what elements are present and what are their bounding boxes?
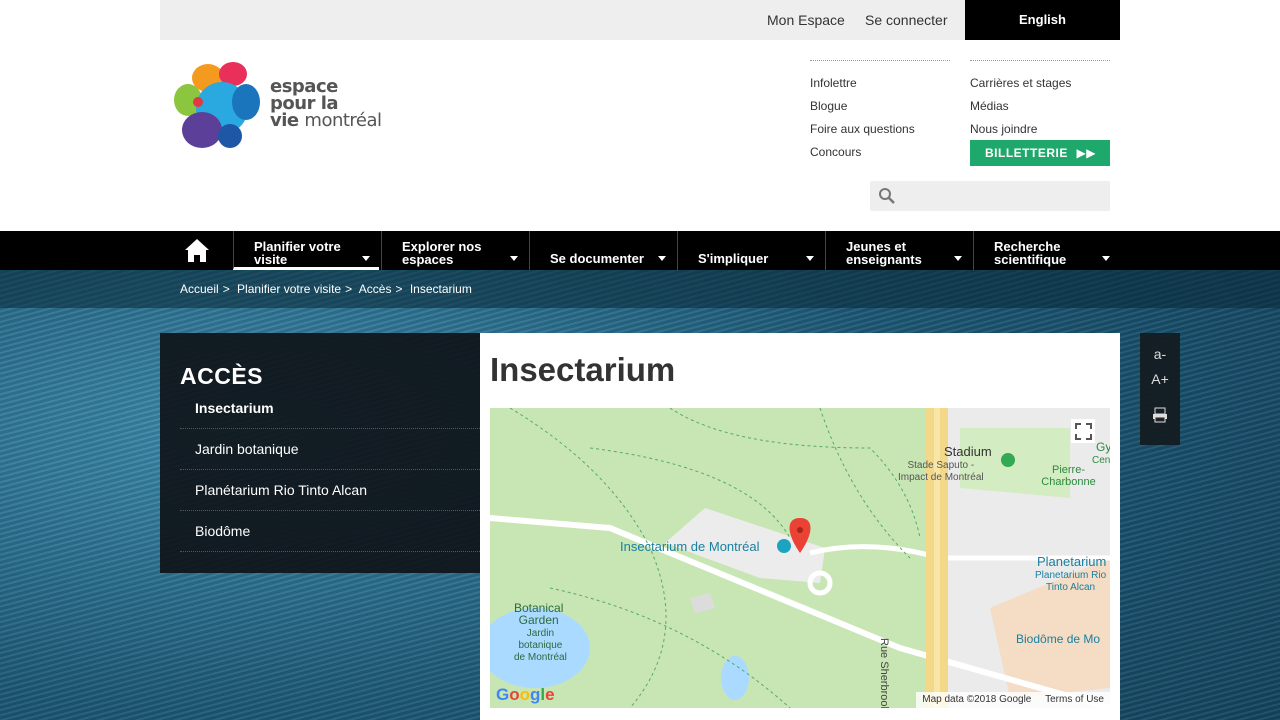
- newsletter-link[interactable]: Infolettre: [810, 72, 950, 95]
- caret-down-icon: [362, 256, 370, 261]
- nav-research[interactable]: Recherche scientifique: [973, 231, 1119, 270]
- nav-youth-teachers[interactable]: Jeunes et enseignants: [825, 231, 971, 270]
- map-label-planetarium: Planetarium: [1037, 554, 1107, 569]
- logo-wordmark: espace pour la vie montréal: [270, 76, 382, 131]
- map-terms-link[interactable]: Terms of Use: [1045, 694, 1104, 705]
- map-label-stadium: Stadium: [944, 444, 992, 459]
- caret-down-icon: [806, 256, 814, 261]
- map-label-insectarium: Insectarium de Montréal: [620, 539, 760, 554]
- map-label-botanical: Botanical Garden: [514, 601, 564, 627]
- header-links-col-2: Carrières et stages Médias Nous joindre: [970, 60, 1110, 141]
- faq-link[interactable]: Foire aux questions: [810, 118, 950, 141]
- font-smaller-button[interactable]: a-: [1140, 346, 1180, 362]
- breadcrumb-current: Insectarium: [409, 282, 472, 296]
- breadcrumb-home[interactable]: Accueil: [180, 282, 219, 296]
- breadcrumb: Accueil > Planifier votre visite > Accès > …: [0, 270, 1280, 308]
- login-link[interactable]: Se connecter: [865, 12, 948, 28]
- media-link[interactable]: Médias: [970, 95, 1110, 118]
- map-label-street: Rue Sherbrooke E: [878, 638, 890, 708]
- map-label-biodome: Biodôme de Mo: [1016, 632, 1101, 646]
- site-logo[interactable]: espace pour la vie montréal: [170, 58, 392, 152]
- sidebar-item-insectarium[interactable]: Insectarium: [180, 388, 480, 429]
- sidebar-item-jardin[interactable]: Jardin botanique: [180, 429, 480, 470]
- sidebar-item-biodome[interactable]: Biodôme: [180, 511, 480, 552]
- double-chevron-right-icon: ▶▶: [1076, 146, 1096, 160]
- caret-down-icon: [510, 256, 518, 261]
- careers-link[interactable]: Carrières et stages: [970, 72, 1110, 95]
- header-links-col-1: Infolettre Blogue Foire aux questions Co…: [810, 60, 950, 164]
- page-title: Insectarium: [490, 351, 676, 388]
- map-label-jardin: Jardin botanique de Montréal: [514, 628, 567, 663]
- nav-plan-visit[interactable]: Planifier votre visite: [233, 231, 379, 270]
- map-label-pierre: Pierre-Charbonne: [1041, 464, 1096, 488]
- contest-link[interactable]: Concours: [810, 141, 950, 164]
- caret-down-icon: [658, 256, 666, 261]
- search-input[interactable]: [902, 185, 1102, 207]
- search-icon[interactable]: [878, 187, 896, 205]
- google-map[interactable]: Insectarium de Montréal Stadium Stade Sa…: [490, 408, 1110, 708]
- accessibility-tools: a- A+: [1140, 333, 1180, 445]
- main-content: Insectarium Insectarium de Montréal Stad…: [480, 333, 1120, 720]
- breadcrumb-access[interactable]: Accès: [359, 282, 392, 296]
- main-nav: Planifier votre visite Explorer nos espace…: [0, 231, 1280, 270]
- map-label-gy: Gy: [1096, 440, 1110, 454]
- map-canvas: [490, 408, 1110, 708]
- print-icon[interactable]: [1140, 407, 1180, 426]
- sidebar: ACCÈS Insectarium Jardin botanique Plané…: [160, 333, 480, 573]
- google-logo: Google: [496, 685, 555, 704]
- blog-link[interactable]: Blogue: [810, 95, 950, 118]
- caret-down-icon: [954, 256, 962, 261]
- map-label-saputo: Stade Saputo - Impact de Montréal: [898, 460, 984, 483]
- map-attribution: Map data ©2018 Google Terms of Use: [916, 692, 1110, 708]
- contact-link[interactable]: Nous joindre: [970, 118, 1110, 141]
- nav-explore-spaces[interactable]: Explorer nos espaces: [381, 231, 527, 270]
- language-switch[interactable]: English: [965, 0, 1120, 40]
- sidebar-item-planetarium[interactable]: Planétarium Rio Tinto Alcan: [180, 470, 480, 511]
- font-larger-button[interactable]: A+: [1140, 371, 1180, 387]
- mon-espace-link[interactable]: Mon Espace: [767, 12, 845, 28]
- map-label-planetarium-sub: Planetarium Rio Tinto Alcan: [1035, 570, 1107, 593]
- nav-get-involved[interactable]: S'impliquer: [677, 231, 823, 270]
- home-icon[interactable]: [175, 237, 219, 264]
- caret-down-icon: [1102, 256, 1110, 261]
- nav-documentation[interactable]: Se documenter: [529, 231, 675, 270]
- sidebar-title: ACCÈS: [180, 363, 264, 389]
- ticketing-button[interactable]: BILLETTERIE ▶▶: [970, 140, 1110, 166]
- utility-bar: Mon Espace Se connecter English: [160, 0, 1120, 40]
- breadcrumb-plan-visit[interactable]: Planifier votre visite: [237, 282, 341, 296]
- search-box: [870, 181, 1110, 211]
- logo-blobs-icon: [174, 62, 260, 148]
